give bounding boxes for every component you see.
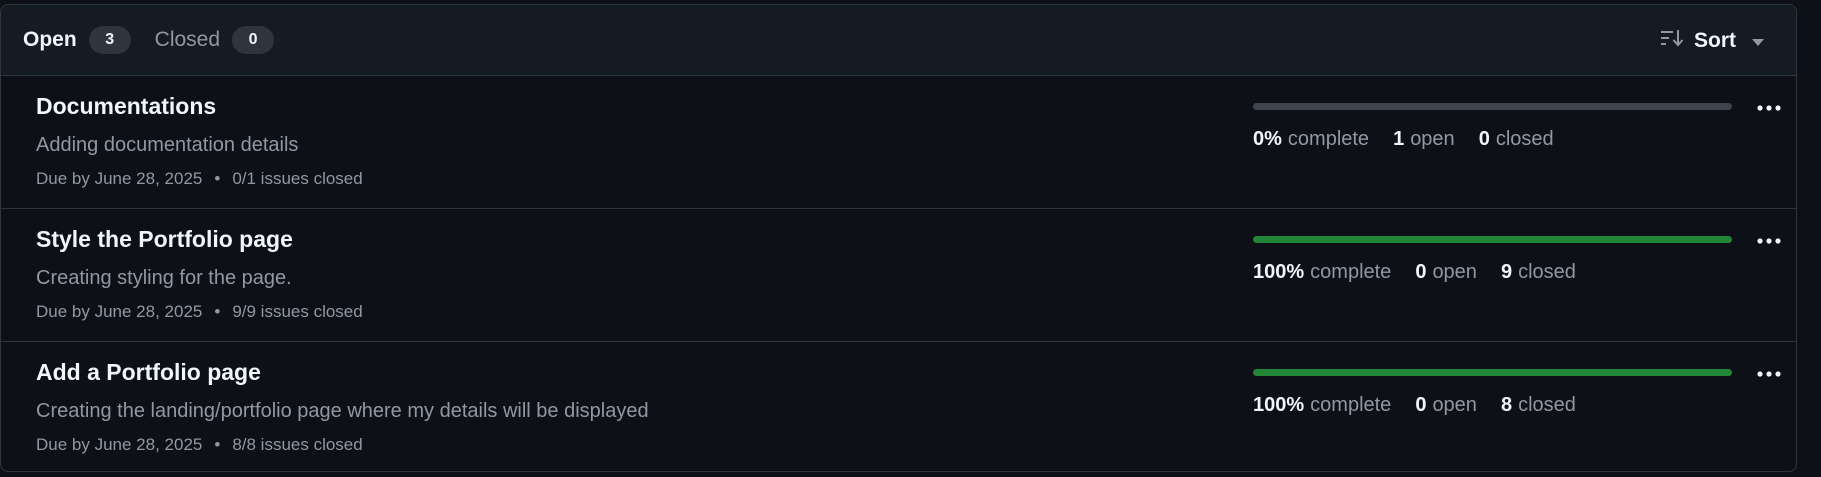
stat-complete-label: complete bbox=[1310, 261, 1392, 283]
stat-complete: 100% complete bbox=[1253, 394, 1391, 417]
milestone-due-date: Due by June 28, 2025 bbox=[36, 435, 203, 454]
tab-open-label: Open bbox=[23, 28, 77, 51]
stat-open-label: open bbox=[1432, 261, 1477, 283]
open-counter: 3 bbox=[88, 26, 131, 54]
stat-open-label: open bbox=[1410, 128, 1455, 150]
stat-open: 0 open bbox=[1415, 261, 1477, 284]
sort-label: Sort bbox=[1694, 28, 1736, 52]
sort-desc-icon bbox=[1660, 28, 1694, 54]
tab-closed[interactable]: Closed 0 bbox=[154, 26, 275, 54]
closed-counter: 0 bbox=[232, 26, 275, 54]
kebab-menu-icon[interactable] bbox=[1753, 96, 1785, 120]
milestone-stats: 0% complete 1 open 0 closed bbox=[1253, 128, 1578, 151]
stat-open-label: open bbox=[1432, 394, 1477, 416]
milestone-progress-bar bbox=[1253, 236, 1732, 243]
milestone-due-date: Due by June 28, 2025 bbox=[36, 302, 203, 321]
stat-closed-label: closed bbox=[1495, 128, 1554, 150]
stat-closed-value: 9 bbox=[1500, 261, 1513, 283]
tab-closed-label: Closed bbox=[154, 28, 221, 51]
milestone-meta: Due by June 28, 2025 • 0/1 issues closed bbox=[36, 169, 363, 189]
triangle-down-icon bbox=[1752, 29, 1774, 53]
milestone-row: Add a Portfolio page Creating the landin… bbox=[1, 342, 1796, 471]
milestone-issues-closed: 8/8 issues closed bbox=[232, 435, 363, 454]
stat-open-value: 1 bbox=[1393, 128, 1405, 150]
stat-open: 1 open bbox=[1393, 128, 1455, 151]
milestone-progress-bar bbox=[1253, 369, 1732, 376]
stat-complete-value: 100% bbox=[1253, 394, 1305, 416]
milestone-meta: Due by June 28, 2025 • 9/9 issues closed bbox=[36, 302, 363, 322]
stat-closed-value: 8 bbox=[1500, 394, 1513, 416]
stat-complete-value: 100% bbox=[1253, 261, 1305, 283]
stat-open-value: 0 bbox=[1415, 394, 1427, 416]
stat-open-value: 0 bbox=[1415, 261, 1427, 283]
sort-button[interactable]: Sort bbox=[1660, 5, 1774, 76]
stat-complete-value: 0% bbox=[1253, 128, 1282, 150]
stat-complete: 100% complete bbox=[1253, 261, 1391, 284]
progress-fill bbox=[1253, 236, 1732, 243]
stat-closed: 9 closed bbox=[1501, 261, 1576, 284]
meta-separator: • bbox=[214, 169, 221, 188]
stat-complete-label: complete bbox=[1310, 394, 1392, 416]
milestone-meta: Due by June 28, 2025 • 8/8 issues closed bbox=[36, 435, 363, 455]
milestone-title[interactable]: Add a Portfolio page bbox=[36, 359, 261, 386]
milestone-issues-closed: 9/9 issues closed bbox=[232, 302, 363, 321]
milestone-title[interactable]: Style the Portfolio page bbox=[36, 226, 293, 253]
meta-separator: • bbox=[214, 435, 221, 454]
stat-open: 0 open bbox=[1415, 394, 1477, 417]
kebab-menu-icon[interactable] bbox=[1753, 362, 1785, 386]
milestone-stats: 100% complete 0 open 8 closed bbox=[1253, 394, 1600, 417]
milestone-due-date: Due by June 28, 2025 bbox=[36, 169, 203, 188]
kebab-menu-icon[interactable] bbox=[1753, 229, 1785, 253]
milestone-issues-closed: 0/1 issues closed bbox=[232, 169, 363, 188]
stat-closed-value: 0 bbox=[1478, 128, 1490, 150]
milestone-description: Creating the landing/portfolio page wher… bbox=[36, 400, 649, 422]
stat-closed: 8 closed bbox=[1501, 394, 1576, 417]
milestones-panel: Open 3 Closed 0 Sort Documentations Addi… bbox=[0, 4, 1797, 472]
progress-fill bbox=[1253, 369, 1732, 376]
milestone-list: Documentations Adding documentation deta… bbox=[1, 76, 1796, 471]
milestone-progress-bar bbox=[1253, 103, 1732, 110]
milestone-row: Documentations Adding documentation deta… bbox=[1, 76, 1796, 209]
stat-closed-label: closed bbox=[1518, 394, 1576, 416]
stat-closed-label: closed bbox=[1518, 261, 1576, 283]
milestones-header: Open 3 Closed 0 Sort bbox=[1, 5, 1796, 76]
stat-closed: 0 closed bbox=[1479, 128, 1554, 151]
milestone-description: Adding documentation details bbox=[36, 134, 299, 156]
stat-complete-label: complete bbox=[1287, 128, 1370, 150]
milestone-stats: 100% complete 0 open 9 closed bbox=[1253, 261, 1600, 284]
meta-separator: • bbox=[214, 302, 221, 321]
tab-open[interactable]: Open 3 bbox=[23, 26, 131, 54]
stat-complete: 0% complete bbox=[1253, 128, 1369, 151]
milestone-description: Creating styling for the page. bbox=[36, 267, 292, 289]
milestone-title[interactable]: Documentations bbox=[36, 93, 216, 120]
milestone-row: Style the Portfolio page Creating stylin… bbox=[1, 209, 1796, 342]
